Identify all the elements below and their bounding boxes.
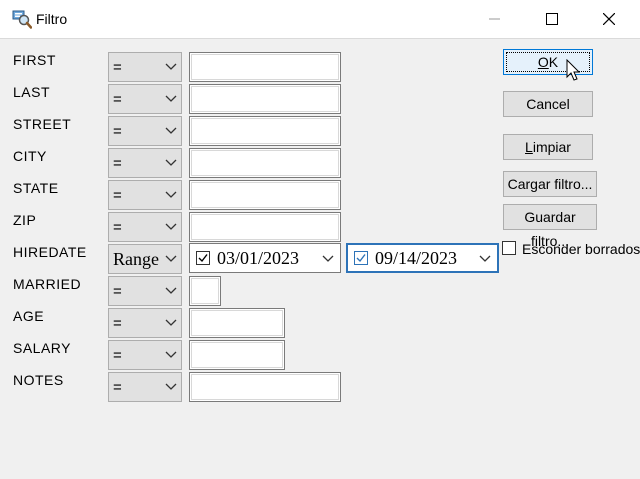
cancel-button[interactable]: Cancel xyxy=(503,91,593,117)
operator-value: = xyxy=(113,123,122,140)
operator-value: = xyxy=(113,187,122,204)
maximize-button[interactable] xyxy=(529,0,575,38)
operator-select-salary[interactable]: = xyxy=(108,340,182,370)
operator-select-age[interactable]: = xyxy=(108,308,182,338)
operator-value: = xyxy=(113,283,122,300)
field-label-salary: SALARY xyxy=(13,340,71,356)
notes-input[interactable] xyxy=(189,372,341,402)
minimize-button[interactable] xyxy=(472,0,518,38)
operator-value: Range xyxy=(113,249,159,269)
operator-value: = xyxy=(113,347,122,364)
age-input[interactable] xyxy=(189,308,285,338)
operator-value: = xyxy=(113,219,122,236)
chevron-down-icon xyxy=(165,159,177,166)
maximize-icon xyxy=(546,13,558,25)
salary-input[interactable] xyxy=(189,340,285,370)
street-input[interactable] xyxy=(189,116,341,146)
chevron-down-icon xyxy=(165,223,177,230)
minimize-icon xyxy=(489,18,500,20)
field-label-first: FIRST xyxy=(13,52,56,68)
operator-select-first[interactable]: = xyxy=(108,52,182,82)
field-label-state: STATE xyxy=(13,180,59,196)
hiredate-to-picker[interactable]: 09/14/2023 xyxy=(346,243,499,273)
hide-deleted-label: Esconder borrados xyxy=(522,241,640,257)
chevron-down-icon xyxy=(479,255,491,262)
field-label-city: CITY xyxy=(13,148,47,164)
clear-label: impiar xyxy=(532,139,571,155)
chevron-down-icon xyxy=(165,351,177,358)
hiredate-to-value: 09/14/2023 xyxy=(375,248,458,268)
operator-select-street[interactable]: = xyxy=(108,116,182,146)
chevron-down-icon xyxy=(165,383,177,390)
field-label-last: LAST xyxy=(13,84,51,100)
hiredate-from-value: 03/01/2023 xyxy=(217,248,300,268)
operator-value: = xyxy=(113,379,122,396)
operator-select-last[interactable]: = xyxy=(108,84,182,114)
operator-value: = xyxy=(113,315,122,332)
chevron-down-icon xyxy=(165,95,177,102)
operator-select-notes[interactable]: = xyxy=(108,372,182,402)
save-filter-button[interactable]: Guardar filtro... xyxy=(503,204,597,249)
chevron-down-icon xyxy=(165,191,177,198)
state-input[interactable] xyxy=(189,180,341,210)
field-label-zip: ZIP xyxy=(13,212,37,228)
chevron-down-icon xyxy=(165,127,177,134)
last-input[interactable] xyxy=(189,84,341,114)
title-bar: Filtro xyxy=(0,0,640,39)
operator-value: = xyxy=(113,155,122,172)
clear-button[interactable]: Limpiar xyxy=(503,134,593,160)
close-icon xyxy=(603,13,615,25)
checkbox-checked-icon[interactable] xyxy=(354,251,368,265)
chevron-down-icon xyxy=(165,319,177,326)
hiredate-from-picker[interactable]: 03/01/2023 xyxy=(189,243,341,273)
first-input[interactable] xyxy=(189,52,341,82)
close-button[interactable] xyxy=(586,0,632,38)
married-input[interactable] xyxy=(189,276,221,306)
checkbox-checked-icon[interactable] xyxy=(196,251,210,265)
operator-select-state[interactable]: = xyxy=(108,180,182,210)
filter-search-icon xyxy=(12,10,32,29)
checkbox-unchecked-icon[interactable] xyxy=(502,241,516,255)
operator-select-city[interactable]: = xyxy=(108,148,182,178)
zip-input[interactable] xyxy=(189,212,341,242)
operator-select-married[interactable]: = xyxy=(108,276,182,306)
city-input[interactable] xyxy=(189,148,341,178)
operator-value: = xyxy=(113,59,122,76)
field-label-street: STREET xyxy=(13,116,72,132)
field-label-hiredate: HIREDATE xyxy=(13,244,87,260)
operator-select-hiredate[interactable]: Range xyxy=(108,244,182,274)
chevron-down-icon xyxy=(165,287,177,294)
window-title: Filtro xyxy=(36,11,68,27)
field-label-age: AGE xyxy=(13,308,45,324)
operator-value: = xyxy=(113,91,122,108)
field-label-married: MARRIED xyxy=(13,276,82,292)
load-filter-button[interactable]: Cargar filtro... xyxy=(503,171,597,197)
clear-hotkey: L xyxy=(525,139,533,155)
field-label-notes: NOTES xyxy=(13,372,64,388)
chevron-down-icon xyxy=(165,63,177,70)
chevron-down-icon xyxy=(165,255,177,262)
mouse-cursor-icon xyxy=(566,59,581,81)
operator-select-zip[interactable]: = xyxy=(108,212,182,242)
chevron-down-icon xyxy=(322,255,334,262)
